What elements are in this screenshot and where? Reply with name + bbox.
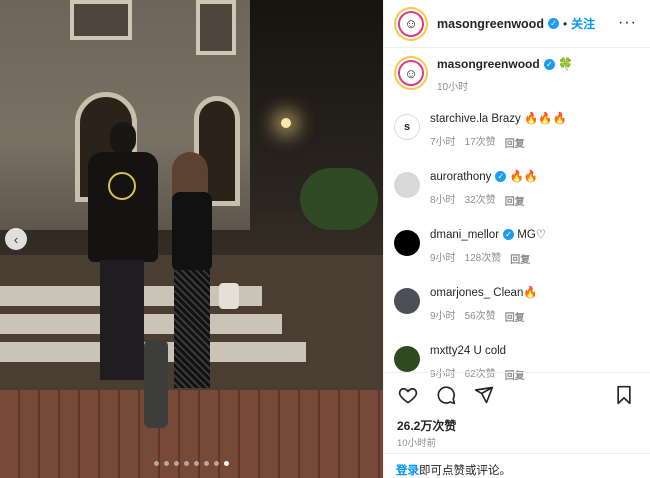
comment-like-count[interactable]: 32次赞 bbox=[465, 193, 496, 208]
comment-item: aurorathony ✓ 🔥🔥 8小时 32次赞 回复 bbox=[394, 170, 646, 228]
comment-username[interactable]: omarjones_ bbox=[430, 287, 490, 299]
carousel-dots bbox=[0, 461, 383, 466]
reply-button[interactable]: 回复 bbox=[505, 193, 525, 208]
caption-username[interactable]: masongreenwood bbox=[437, 57, 540, 71]
comment-username[interactable]: aurorathony bbox=[430, 171, 491, 183]
comment-text: MG♡ bbox=[517, 229, 547, 241]
avatar[interactable]: ☺ bbox=[394, 56, 428, 90]
carousel-dot[interactable] bbox=[204, 461, 209, 466]
carousel-dot[interactable] bbox=[194, 461, 199, 466]
reply-button[interactable]: 回复 bbox=[510, 251, 530, 266]
comment-time: 9小时 bbox=[430, 311, 456, 322]
chevron-left-icon: ‹ bbox=[13, 231, 19, 247]
comment-icon[interactable] bbox=[436, 385, 456, 405]
comment-list: s starchive.la Brazy 🔥🔥🔥 7小时 17次赞 回复 aurorath… bbox=[394, 112, 646, 402]
like-count[interactable]: 26.2万次赞 bbox=[397, 417, 456, 434]
photo-window bbox=[196, 0, 236, 55]
smiley-icon: ☺ bbox=[404, 16, 418, 31]
comment-text: Brazy 🔥🔥🔥 bbox=[491, 113, 567, 125]
post-header: ☺ masongreenwood ✓ • 关注 ··· bbox=[384, 0, 650, 48]
comment-username[interactable]: dmani_mellor bbox=[430, 229, 499, 241]
comment-item: s starchive.la Brazy 🔥🔥🔥 7小时 17次赞 回复 bbox=[394, 112, 646, 170]
login-prompt: 登录即可点赞或评论。 bbox=[384, 453, 650, 478]
photo-person-woman bbox=[166, 152, 224, 392]
post-photo[interactable]: ‹ bbox=[0, 0, 383, 478]
carousel-dot[interactable] bbox=[214, 461, 219, 466]
comment-like-count[interactable]: 17次赞 bbox=[465, 135, 496, 150]
comment-like-count[interactable]: 56次赞 bbox=[465, 309, 496, 324]
heart-icon[interactable] bbox=[398, 385, 418, 405]
carousel-dot[interactable] bbox=[184, 461, 189, 466]
comment-username[interactable]: starchive.la bbox=[430, 113, 488, 125]
carousel-dot[interactable] bbox=[154, 461, 159, 466]
post-timestamp: 10小时前 bbox=[397, 438, 437, 449]
verified-badge-icon: ✓ bbox=[543, 59, 555, 71]
login-prompt-text: 即可点赞或评论。 bbox=[419, 465, 511, 477]
photo-window bbox=[70, 0, 132, 40]
avatar[interactable] bbox=[394, 288, 420, 314]
reply-button[interactable]: 回复 bbox=[505, 309, 525, 324]
avatar[interactable] bbox=[394, 172, 420, 198]
smiley-icon: ☺ bbox=[404, 65, 418, 81]
post-side-panel: ☺ masongreenwood ✓ • 关注 ··· ☺ masongreen… bbox=[383, 0, 650, 478]
author-username[interactable]: masongreenwood bbox=[437, 17, 544, 31]
comment-text: 🔥🔥 bbox=[509, 171, 539, 183]
comment-time: 8小时 bbox=[430, 195, 456, 206]
photo-street-lamp bbox=[281, 118, 291, 128]
bookmark-icon[interactable] bbox=[615, 385, 633, 410]
avatar[interactable] bbox=[394, 230, 420, 256]
avatar[interactable]: s bbox=[394, 114, 420, 140]
verified-badge-icon: ✓ bbox=[495, 171, 507, 183]
comment-time: 7小时 bbox=[430, 137, 456, 148]
carousel-prev-button[interactable]: ‹ bbox=[5, 228, 27, 250]
comment-text: Clean🔥 bbox=[493, 287, 538, 299]
share-icon[interactable] bbox=[474, 385, 494, 405]
caption-time: 10小时 bbox=[437, 82, 469, 93]
comment-username[interactable]: mxtty24 bbox=[430, 345, 470, 357]
caption-text: 🍀 bbox=[558, 57, 573, 71]
separator: • bbox=[562, 16, 568, 31]
photo-bollard bbox=[144, 340, 168, 428]
photo-tree bbox=[300, 168, 378, 230]
avatar[interactable]: ☺ bbox=[394, 6, 428, 41]
comment-text: U cold bbox=[473, 345, 507, 357]
reply-button[interactable]: 回复 bbox=[505, 135, 525, 150]
comment-item: omarjones_ Clean🔥 9小时 56次赞 回复 bbox=[394, 286, 646, 344]
post-viewer: ‹ ☺ masongreenwood ✓ • 关注 ··· ☺ masongre… bbox=[0, 0, 650, 478]
verified-badge-icon: ✓ bbox=[503, 229, 515, 241]
avatar-letter: s bbox=[403, 121, 411, 133]
follow-button[interactable]: 关注 bbox=[571, 15, 595, 32]
avatar[interactable] bbox=[394, 346, 420, 372]
carousel-dot[interactable] bbox=[174, 461, 179, 466]
comment-time: 9小时 bbox=[430, 253, 456, 264]
post-actions: 26.2万次赞 10小时前 登录即可点赞或评论。 bbox=[384, 372, 650, 478]
comment-item: dmani_mellor ✓ MG♡ 9小时 128次赞 回复 bbox=[394, 228, 646, 286]
more-options-icon[interactable]: ··· bbox=[618, 14, 637, 32]
login-link[interactable]: 登录 bbox=[396, 465, 419, 477]
comment-like-count[interactable]: 128次赞 bbox=[465, 251, 502, 266]
photo-handbag bbox=[219, 283, 239, 309]
post-caption: ☺ masongreenwood ✓ 🍀 10小时 bbox=[394, 56, 644, 96]
verified-badge-icon: ✓ bbox=[547, 18, 559, 29]
carousel-dot[interactable] bbox=[224, 461, 229, 466]
carousel-dot[interactable] bbox=[164, 461, 169, 466]
